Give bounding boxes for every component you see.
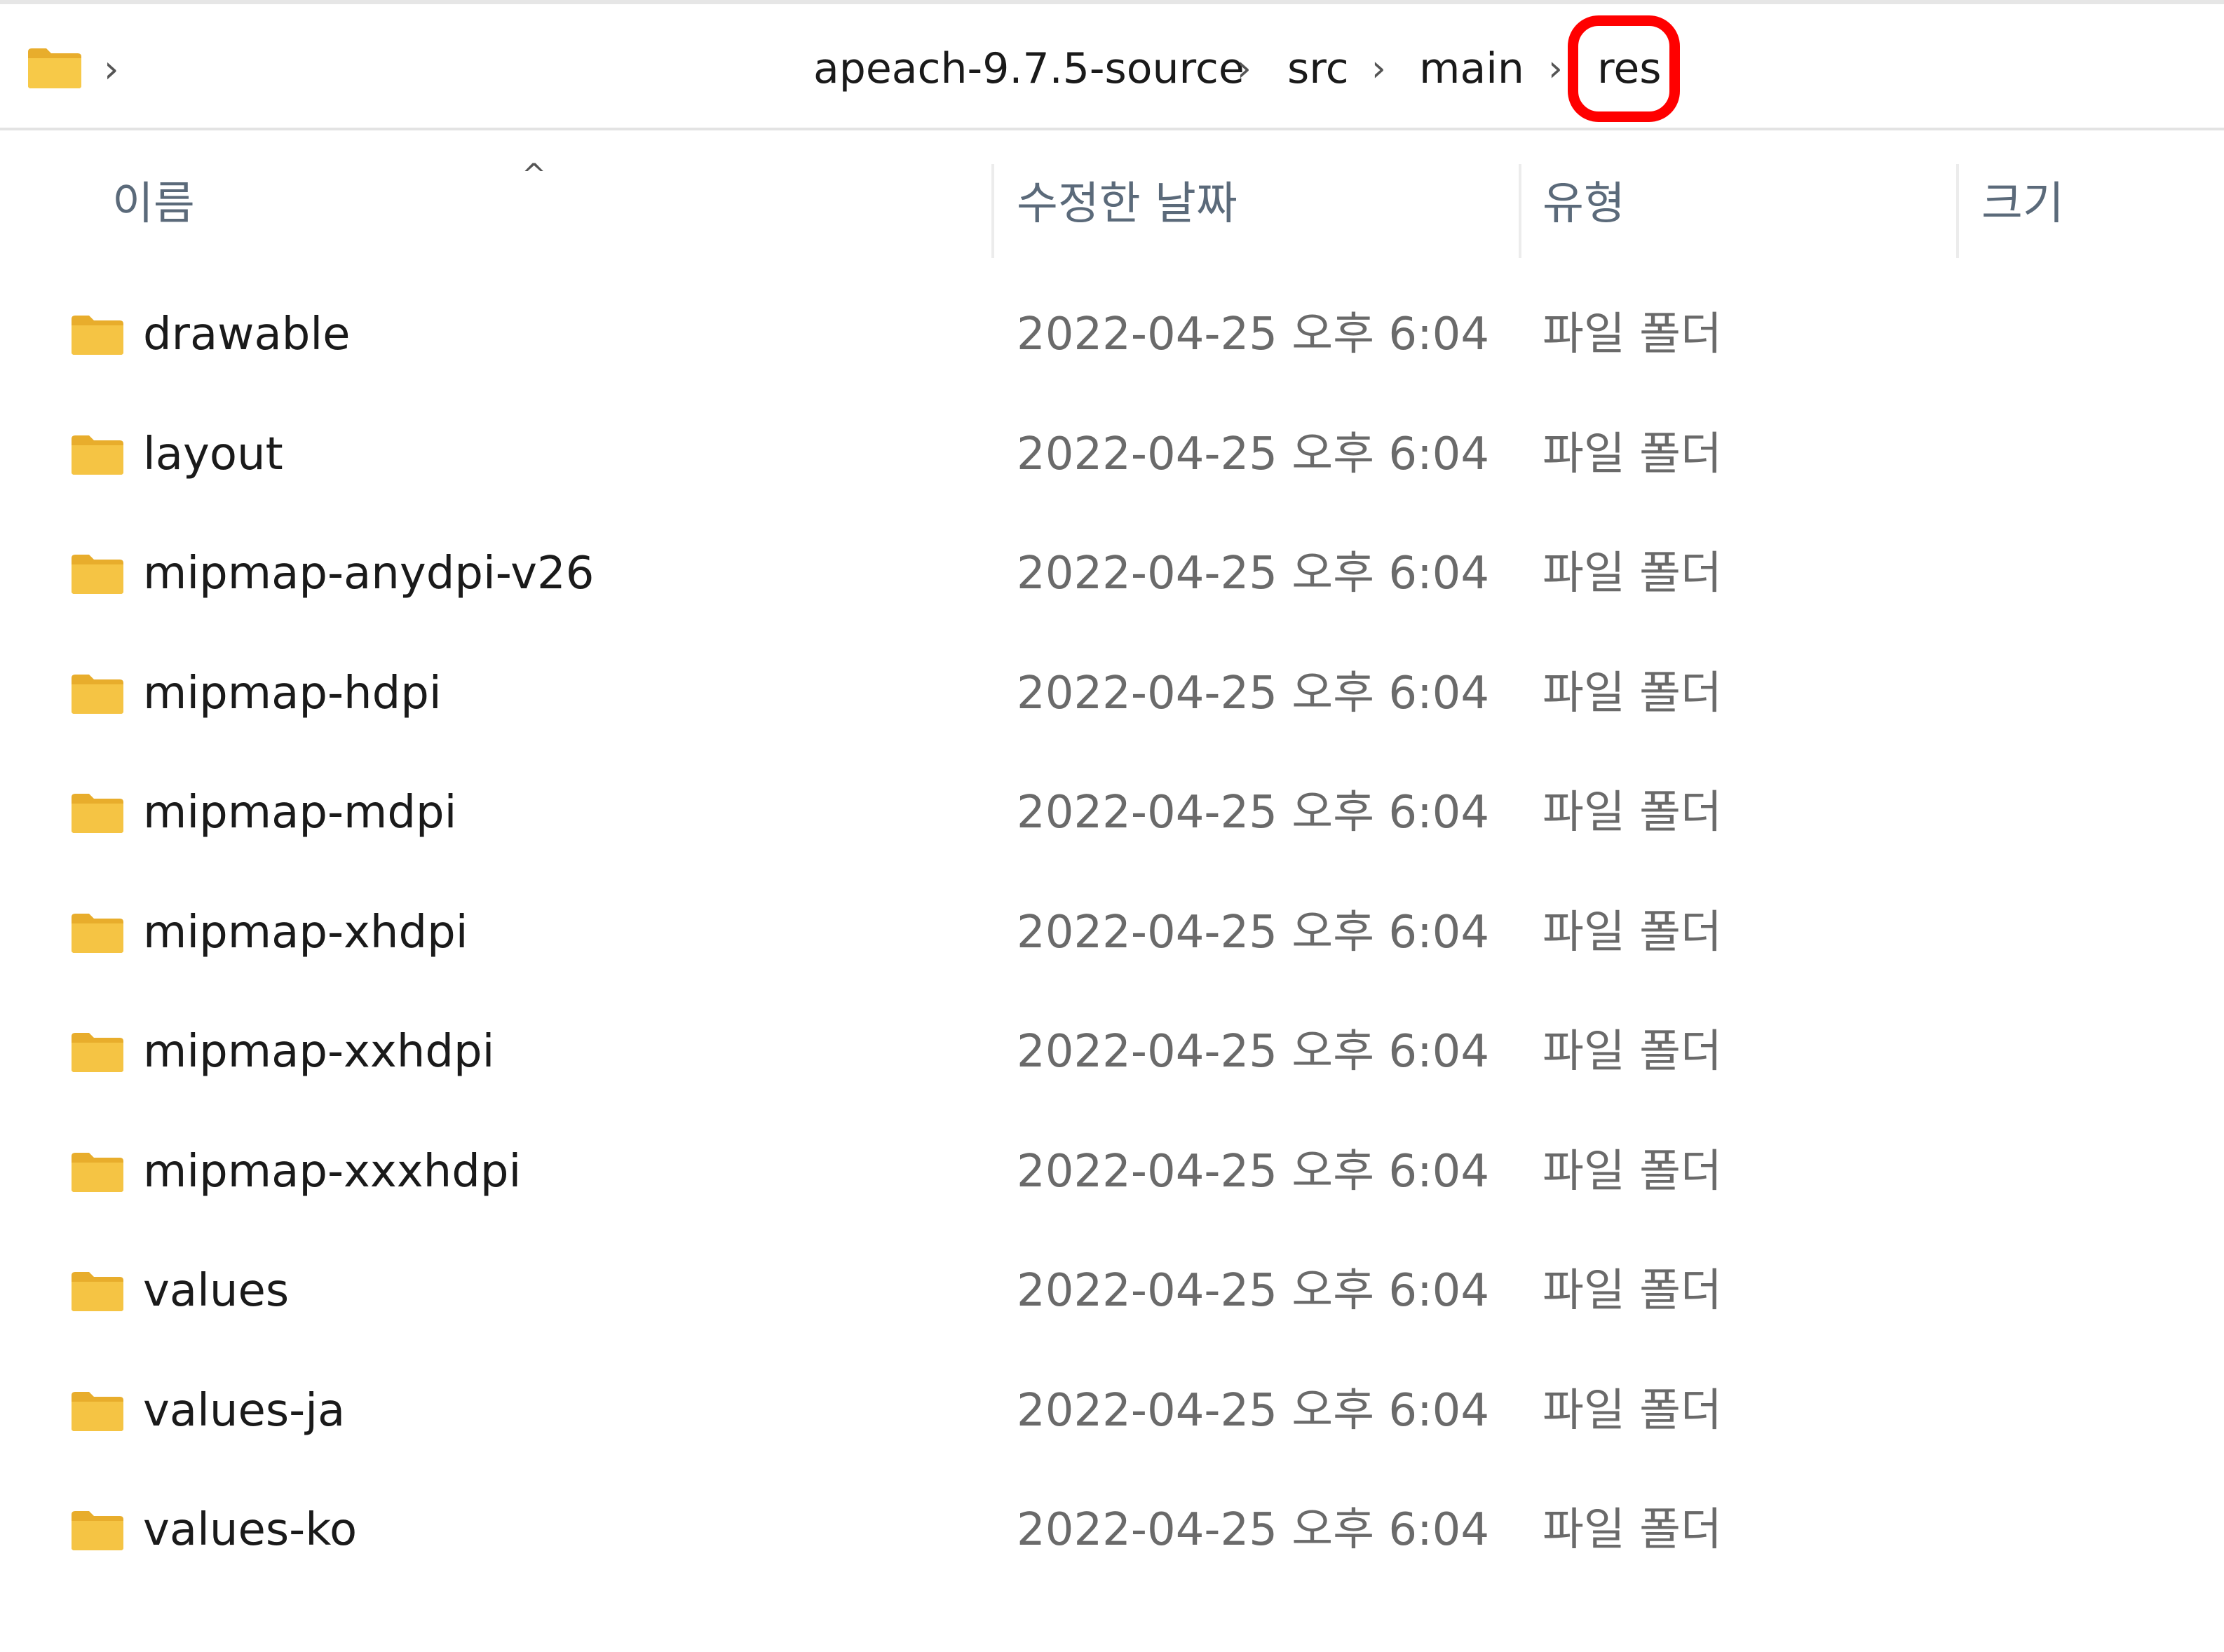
- file-type: 파일 폴더: [1542, 548, 1722, 600]
- sort-ascending-icon: ^: [522, 157, 547, 191]
- column-header-modified[interactable]: 수정한 날짜: [1017, 172, 1238, 236]
- file-type: 파일 폴더: [1542, 1504, 1722, 1556]
- file-row[interactable]: values 2022-04-25 오후 6:04 파일 폴더: [0, 1231, 2224, 1350]
- file-type: 파일 폴더: [1542, 1026, 1722, 1078]
- file-row[interactable]: mipmap-hdpi 2022-04-25 오후 6:04 파일 폴더: [0, 634, 2224, 753]
- file-name[interactable]: values-ja: [143, 1379, 345, 1442]
- breadcrumb-item-main[interactable]: main: [1419, 41, 1524, 97]
- file-row[interactable]: mipmap-xxxhdpi 2022-04-25 오후 6:04 파일 폴더: [0, 1112, 2224, 1231]
- file-type: 파일 폴더: [1542, 1265, 1722, 1317]
- file-row[interactable]: mipmap-anydpi-v26 2022-04-25 오후 6:04 파일 폴더: [0, 514, 2224, 633]
- file-row[interactable]: values-ko 2022-04-25 오후 6:04 파일 폴더: [0, 1470, 2224, 1590]
- address-bar[interactable]: › apeach-9.7.5-source › src › main › res: [0, 4, 2224, 128]
- file-row[interactable]: mipmap-xhdpi 2022-04-25 오후 6:04 파일 폴더: [0, 873, 2224, 992]
- folder-icon: [72, 1152, 123, 1192]
- folder-icon: [72, 555, 123, 594]
- file-type: 파일 폴더: [1542, 1145, 1722, 1198]
- file-name[interactable]: mipmap-xhdpi: [143, 901, 468, 964]
- chevron-right-icon[interactable]: ›: [1548, 41, 1563, 97]
- file-name[interactable]: drawable: [143, 303, 351, 366]
- file-modified-date: 2022-04-25 오후 6:04: [1017, 787, 1490, 839]
- file-row[interactable]: mipmap-xxhdpi 2022-04-25 오후 6:04 파일 폴더: [0, 992, 2224, 1111]
- file-modified-date: 2022-04-25 오후 6:04: [1017, 667, 1490, 719]
- column-divider[interactable]: [1956, 164, 1959, 258]
- column-header-size[interactable]: 크기: [1981, 172, 2064, 236]
- chevron-right-icon[interactable]: ›: [104, 45, 119, 94]
- column-header-type[interactable]: 유형: [1542, 172, 1625, 236]
- file-row[interactable]: layout 2022-04-25 오후 6:04 파일 폴더: [0, 395, 2224, 514]
- folder-icon: [72, 1033, 123, 1072]
- chevron-right-icon[interactable]: ›: [1237, 41, 1252, 97]
- file-modified-date: 2022-04-25 오후 6:04: [1017, 1026, 1490, 1078]
- file-modified-date: 2022-04-25 오후 6:04: [1017, 906, 1490, 959]
- file-name[interactable]: mipmap-xxhdpi: [143, 1020, 494, 1083]
- file-row[interactable]: values-ja 2022-04-25 오후 6:04 파일 폴더: [0, 1351, 2224, 1470]
- file-type: 파일 폴더: [1542, 1384, 1722, 1437]
- file-modified-date: 2022-04-25 오후 6:04: [1017, 309, 1490, 360]
- file-type: 파일 폴더: [1542, 428, 1722, 480]
- breadcrumb-item-source[interactable]: apeach-9.7.5-source: [813, 41, 1245, 97]
- file-modified-date: 2022-04-25 오후 6:04: [1017, 1145, 1490, 1198]
- file-modified-date: 2022-04-25 오후 6:04: [1017, 428, 1490, 480]
- folder-icon: [72, 435, 123, 475]
- file-type: 파일 폴더: [1542, 309, 1722, 360]
- file-modified-date: 2022-04-25 오후 6:04: [1017, 548, 1490, 600]
- file-row[interactable]: drawable 2022-04-25 오후 6:04 파일 폴더: [0, 275, 2224, 394]
- file-row[interactable]: mipmap-mdpi 2022-04-25 오후 6:04 파일 폴더: [0, 753, 2224, 872]
- chevron-right-icon[interactable]: ›: [1371, 41, 1386, 97]
- file-name[interactable]: values-ko: [143, 1498, 357, 1562]
- column-header-name[interactable]: 이름: [112, 172, 195, 236]
- breadcrumb-item-src[interactable]: src: [1287, 41, 1349, 97]
- folder-icon: [72, 1391, 123, 1431]
- highlight-annotation-ring: [1568, 15, 1680, 122]
- file-name[interactable]: mipmap-mdpi: [143, 781, 456, 844]
- file-modified-date: 2022-04-25 오후 6:04: [1017, 1265, 1490, 1317]
- file-modified-date: 2022-04-25 오후 6:04: [1017, 1384, 1490, 1437]
- folder-icon: [72, 674, 123, 714]
- file-type: 파일 폴더: [1542, 787, 1722, 839]
- folder-icon[interactable]: [27, 46, 83, 90]
- file-type: 파일 폴더: [1542, 667, 1722, 719]
- file-type: 파일 폴더: [1542, 906, 1722, 959]
- divider: [0, 128, 2224, 130]
- folder-icon: [72, 1272, 123, 1311]
- column-divider[interactable]: [991, 164, 994, 258]
- file-name[interactable]: layout: [143, 423, 283, 486]
- file-name[interactable]: mipmap-xxxhdpi: [143, 1140, 521, 1203]
- file-name[interactable]: mipmap-anydpi-v26: [143, 542, 594, 605]
- folder-icon: [72, 1511, 123, 1550]
- folder-icon: [72, 316, 123, 355]
- file-name[interactable]: values: [143, 1259, 289, 1322]
- file-name[interactable]: mipmap-hdpi: [143, 662, 442, 725]
- folder-icon: [72, 913, 123, 953]
- column-divider[interactable]: [1519, 164, 1521, 258]
- file-modified-date: 2022-04-25 오후 6:04: [1017, 1504, 1490, 1556]
- folder-icon: [72, 794, 123, 833]
